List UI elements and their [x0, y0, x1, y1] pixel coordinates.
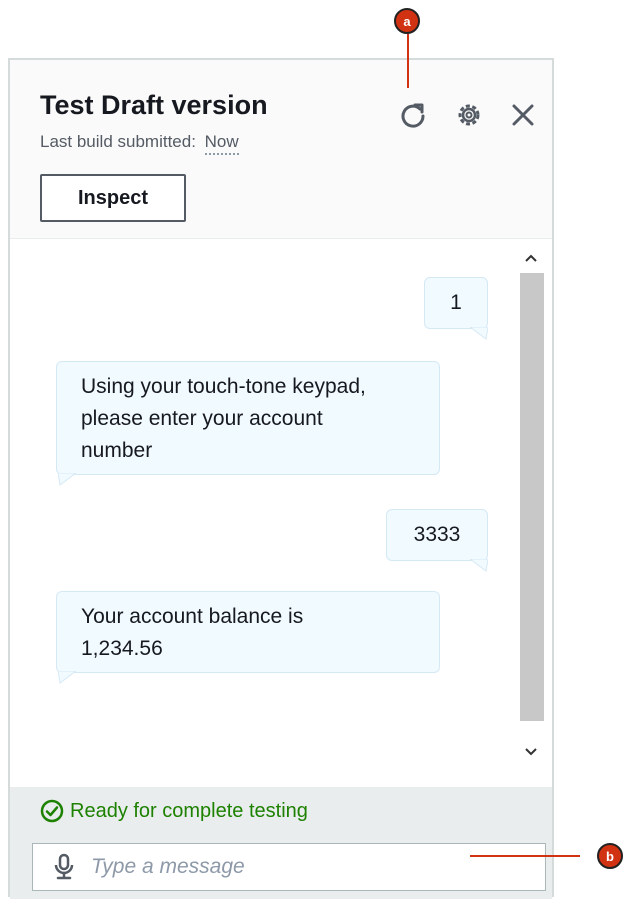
message-line: please enter your account [81, 407, 323, 430]
refresh-icon[interactable] [396, 98, 430, 132]
user-message-bubble: 3333 [386, 509, 488, 561]
bot-message-bubble: Using your touch-tone keypad, please ent… [56, 361, 440, 475]
message-input[interactable] [89, 854, 545, 880]
microphone-icon[interactable] [49, 852, 79, 882]
bubble-tail [470, 559, 488, 572]
inspect-button[interactable]: Inspect [40, 174, 186, 222]
chat-scrollbar[interactable] [518, 247, 544, 767]
build-status-text: Last build submitted: Now [40, 132, 239, 155]
message-input-box[interactable] [32, 843, 546, 891]
status-text: Ready for complete testing [70, 799, 308, 822]
message-line: number [81, 439, 153, 462]
panel-header: Test Draft version Last build submitted:… [10, 60, 552, 239]
settings-icon[interactable] [452, 98, 486, 132]
page-title: Test Draft version [40, 90, 268, 120]
bubble-tail [58, 671, 76, 684]
bubble-tail [470, 327, 488, 340]
scrollbar-thumb[interactable] [520, 273, 544, 721]
chevron-up-icon [525, 254, 537, 262]
test-chat-panel: Test Draft version Last build submitted:… [8, 58, 554, 899]
bot-message-bubble: Your account balance is 1,234.56 [56, 591, 440, 673]
build-status-label: Last build submitted: [40, 132, 196, 151]
callout-marker-a: a [394, 8, 420, 34]
test-status: Ready for complete testing [40, 799, 308, 823]
user-message-bubble: 1 [424, 277, 488, 329]
chat-footer: Ready for complete testing [10, 787, 552, 899]
chat-history[interactable]: 1 Using your touch-tone keypad, please e… [10, 239, 552, 787]
scroll-up-button[interactable] [518, 247, 544, 269]
chevron-down-icon [525, 748, 537, 756]
message-line: Your account balance is [81, 605, 304, 628]
message-text: 1 [450, 291, 462, 314]
callout-marker-b: b [597, 843, 623, 869]
message-line: Using your touch-tone keypad, [81, 375, 366, 398]
check-circle-icon [40, 799, 64, 823]
callout-line-b [470, 855, 580, 857]
close-icon[interactable] [506, 98, 540, 132]
message-line: 1,234.56 [81, 637, 163, 660]
scroll-down-button[interactable] [518, 741, 544, 763]
bubble-tail [58, 473, 76, 486]
callout-line-a [407, 34, 409, 88]
message-text: 3333 [413, 523, 461, 546]
build-status-value[interactable]: Now [204, 132, 239, 155]
